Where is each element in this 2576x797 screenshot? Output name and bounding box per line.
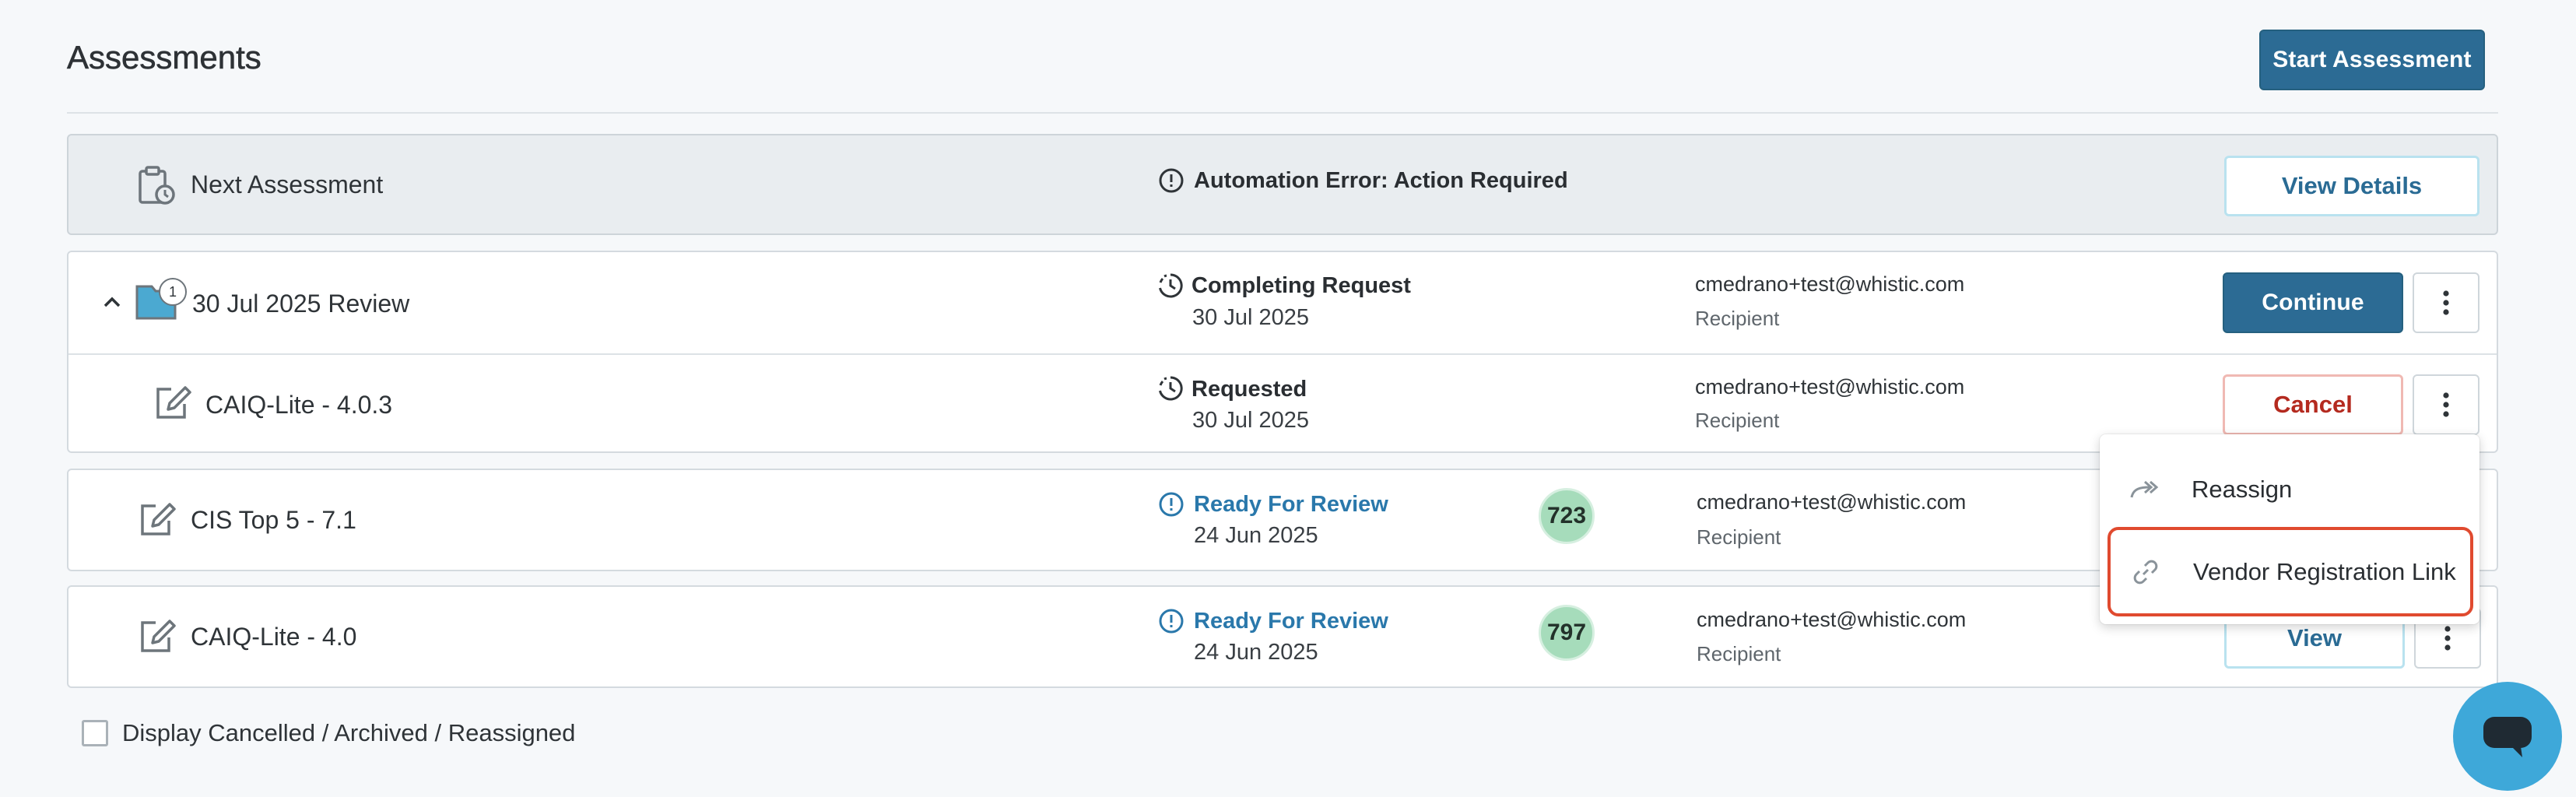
menu-item-vendor-registration-link[interactable]: Vendor Registration Link [2107,527,2473,616]
group-more-button[interactable] [2413,272,2479,333]
row-role: Recipient [1697,642,1781,665]
continue-button[interactable]: Continue [2223,272,2403,333]
chevron-up-icon[interactable] [101,291,123,313]
alert-circle-icon [1158,167,1184,194]
menu-item-label: Reassign [2192,476,2293,503]
row-date: 24 Jun 2025 [1194,640,1318,665]
group-email: cmedrano+test@whistic.com [1695,272,1965,296]
info-circle-icon [1158,491,1184,518]
reassign-arrow-icon [2129,479,2159,500]
group-date: 30 Jul 2025 [1192,305,1309,330]
start-assessment-button[interactable]: Start Assessment [2259,30,2485,90]
row-email: cmedrano+test@whistic.com [1697,490,1967,514]
child-status: Requested [1191,377,1307,402]
next-assessment-label: Next Assessment [191,170,384,198]
automation-error-text: Automation Error: Action Required [1194,168,1568,193]
clock-progress-icon [1156,374,1184,402]
clipboard-clock-icon [137,165,176,205]
group-name: 30 Jul 2025 Review [192,290,410,318]
row-name: CAIQ-Lite - 4.0 [191,623,357,651]
page-title: Assessments [67,39,261,76]
link-icon [2132,559,2159,585]
chat-bubble-icon [2483,717,2532,757]
display-cancelled-label: Display Cancelled / Archived / Reassigne… [122,719,576,746]
folder-badge-count: 1 [159,278,187,306]
row-name: CIS Top 5 - 7.1 [191,506,356,534]
menu-item-label: Vendor Registration Link [2193,557,2456,585]
row-role: Recipient [1697,525,1781,549]
child-role: Recipient [1695,409,1780,432]
kebab-icon [2443,392,2449,417]
chat-support-button[interactable] [2453,682,2562,791]
clock-progress-icon [1156,272,1184,300]
edit-document-icon [139,618,176,654]
group-status: Completing Request [1191,273,1411,298]
kebab-icon [2444,626,2451,651]
row-email: cmedrano+test@whistic.com [1697,608,1967,631]
cancel-button[interactable]: Cancel [2223,374,2403,435]
header-divider [67,112,2498,114]
edit-document-icon [154,384,191,420]
info-circle-icon [1158,608,1184,634]
display-cancelled-checkbox[interactable] [82,720,108,746]
row-date: 24 Jun 2025 [1194,523,1318,548]
menu-item-reassign[interactable]: Reassign [2106,459,2473,520]
child-date: 30 Jul 2025 [1192,408,1309,433]
kebab-icon [2443,290,2449,315]
row-status-link[interactable]: Ready For Review [1194,609,1388,634]
child-email: cmedrano+test@whistic.com [1695,375,1965,398]
edit-document-icon [139,501,176,537]
group-row-divider [68,353,2497,355]
row-status-link[interactable]: Ready For Review [1194,492,1388,518]
view-details-button[interactable]: View Details [2224,156,2479,216]
score-badge: 797 [1539,605,1595,661]
score-badge: 723 [1539,488,1595,544]
group-role: Recipient [1695,307,1780,330]
child-more-button[interactable] [2413,374,2479,435]
child-name: CAIQ-Lite - 4.0.3 [205,391,393,419]
